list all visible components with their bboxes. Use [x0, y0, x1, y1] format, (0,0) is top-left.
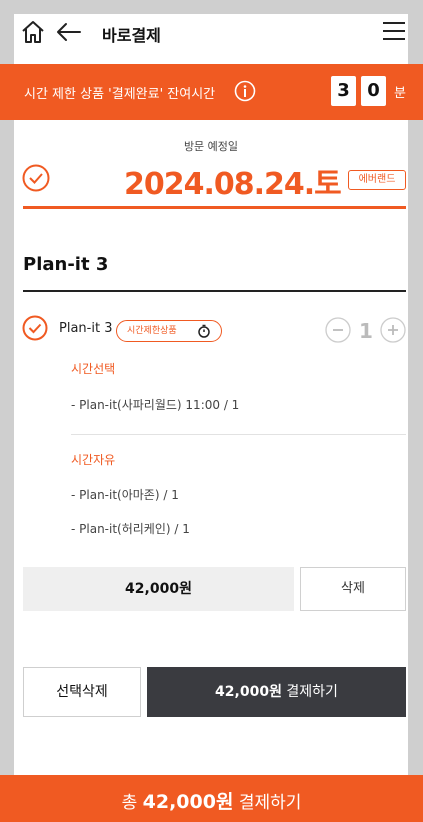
page-title: 바로결제 [102, 26, 161, 45]
header: 바로결제 [14, 14, 408, 64]
orange-divider [23, 206, 406, 209]
option-line: - Plan-it(아마존) / 1 [71, 488, 179, 502]
timer-digit-tens: 3 [331, 76, 356, 106]
timer-bar: 시간 제한 상품 '결제완료' 잔여시간 3 0 분 [0, 64, 423, 120]
check-circle-icon[interactable] [22, 164, 50, 192]
visit-date: 2024.08.24.토 [124, 167, 342, 202]
badge-label: 시간제한상품 [127, 326, 177, 336]
product-title: Plan-it 3 [23, 254, 109, 275]
visit-label: 방문 예정일 [183, 140, 239, 153]
info-icon[interactable] [234, 80, 256, 102]
section-title-time-select: 시간선택 [71, 362, 116, 376]
quantity-plus-button[interactable] [380, 317, 406, 343]
option-line: - Plan-it(허리케인) / 1 [71, 522, 190, 536]
delete-button[interactable]: 삭제 [300, 567, 406, 611]
stopwatch-icon [198, 324, 210, 338]
pay-label: 결제하기 [286, 684, 338, 700]
product-divider [23, 290, 406, 292]
brand-badge: 에버랜드 [348, 170, 406, 190]
total-pay-bar[interactable]: 총 42,000원 결제하기 [0, 775, 423, 822]
section-title-time-free: 시간자유 [71, 453, 116, 467]
item-price: 42,000원 [23, 567, 294, 611]
quantity-minus-button[interactable] [325, 317, 351, 343]
item-check-icon[interactable] [22, 315, 48, 341]
total-amount: 42,000원 [142, 791, 234, 813]
home-icon[interactable] [20, 19, 46, 45]
timer-unit: 분 [394, 86, 406, 101]
select-delete-button[interactable]: 선택삭제 [23, 667, 141, 717]
item-name: Plan-it 3 [59, 321, 113, 336]
timer-text: 시간 제한 상품 '결제완료' 잔여시간 [24, 87, 216, 102]
option-line: - Plan-it(사파리월드) 11:00 / 1 [71, 398, 240, 412]
total-prefix: 총 [121, 793, 138, 813]
option-divider [71, 434, 406, 435]
hamburger-menu-icon[interactable] [382, 20, 406, 42]
pay-button[interactable]: 42,000원 결제하기 [147, 667, 406, 717]
timer-digit-ones: 0 [361, 76, 386, 106]
total-suffix: 결제하기 [238, 793, 302, 813]
back-arrow-icon[interactable] [56, 20, 82, 44]
time-limited-badge: 시간제한상품 [116, 320, 222, 342]
pay-amount: 42,000원 [215, 684, 282, 700]
page-frame: 바로결제 시간 제한 상품 '결제완료' 잔여시간 3 0 분 방문 예정일 2… [0, 14, 423, 822]
quantity-value: 1 [359, 319, 373, 343]
